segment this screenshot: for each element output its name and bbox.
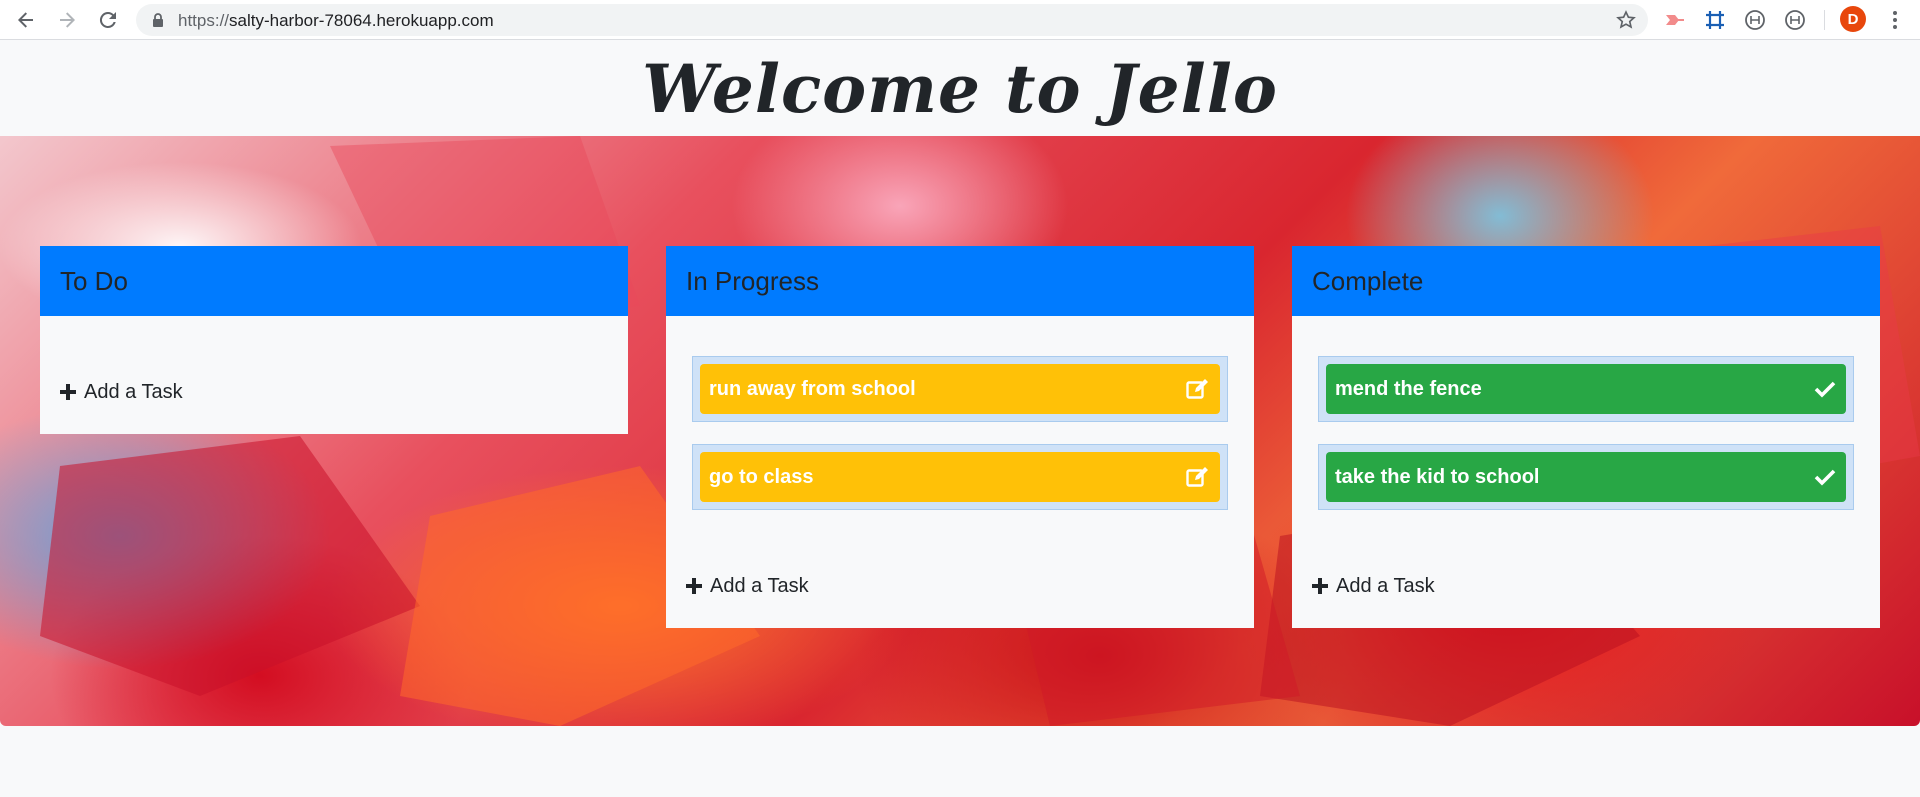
board-header: To Do [40,246,628,316]
board-title: Complete [1312,265,1424,296]
plus-icon [1312,578,1328,594]
lock-icon [153,13,163,27]
browser-toolbar: https://salty-harbor-78064.herokuapp.com… [0,0,1920,40]
star-icon[interactable] [1616,10,1636,30]
add-task-button[interactable]: Add a Task [686,570,1228,602]
edit-icon[interactable] [1186,378,1210,400]
forward-icon[interactable] [53,6,81,34]
add-task-label: Add a Task [1336,574,1435,597]
page-title: Welcome to Jello [642,49,1278,128]
add-task-button[interactable]: Add a Task [1312,570,1854,602]
task-label: take the kid to school [1335,465,1540,488]
address-bar[interactable]: https://salty-harbor-78064.herokuapp.com [136,4,1648,36]
task-item[interactable]: take the kid to school [1326,452,1846,502]
board-title: In Progress [686,265,819,296]
task-label: go to class [709,465,814,488]
extension-icon[interactable] [1782,7,1808,33]
add-task-label: Add a Task [84,380,183,403]
task-card[interactable]: take the kid to school [1318,444,1854,510]
menu-icon[interactable] [1882,6,1908,34]
board-header: Complete [1292,246,1880,316]
edit-icon[interactable] [1186,466,1210,488]
page-header: Welcome to Jello [0,41,1920,136]
url-scheme: https:// [178,11,230,30]
add-task-button[interactable]: Add a Task [60,376,602,408]
board-header: In Progress [666,246,1254,316]
back-icon[interactable] [12,6,40,34]
extension-icon[interactable] [1742,7,1768,33]
reload-icon[interactable] [94,6,122,34]
task-item[interactable]: mend the fence [1326,364,1846,414]
plus-icon [686,578,702,594]
toolbar-divider [1824,10,1825,30]
board-title: To Do [60,265,128,296]
board-complete: Complete mend the fence take the kid to … [1292,246,1880,628]
plus-icon [60,384,76,400]
add-task-label: Add a Task [710,574,809,597]
task-card[interactable]: mend the fence [1318,356,1854,422]
url-host: salty-harbor-78064.herokuapp.com [229,11,494,30]
task-label: mend the fence [1335,377,1482,400]
task-item[interactable]: go to class [700,452,1220,502]
check-icon[interactable] [1814,380,1836,398]
task-card[interactable]: go to class [692,444,1228,510]
board-todo: To Do Add a Task [40,246,628,434]
check-icon[interactable] [1814,468,1836,486]
url-text: https://salty-harbor-78064.herokuapp.com [178,11,494,31]
profile-avatar[interactable]: D [1840,6,1866,32]
task-label: run away from school [709,377,916,400]
task-card[interactable]: run away from school [692,356,1228,422]
board-in-progress: In Progress run away from school go to c… [666,246,1254,628]
extension-icon[interactable] [1662,7,1688,33]
task-item[interactable]: run away from school [700,364,1220,414]
crop-icon[interactable] [1702,7,1728,33]
